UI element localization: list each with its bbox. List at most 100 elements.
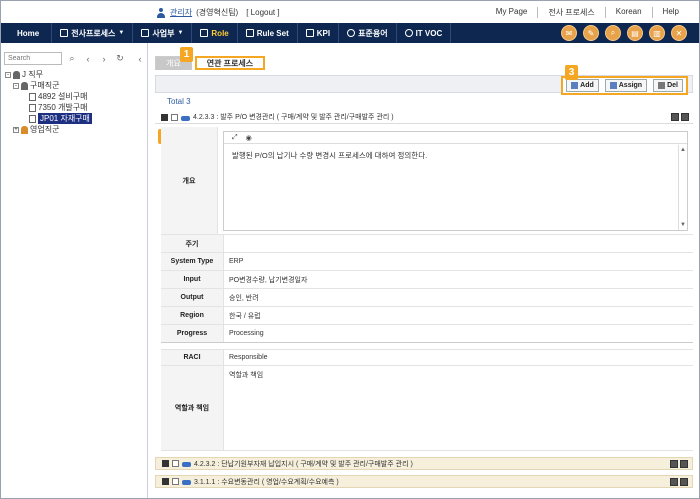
detail-row: System Type ERP xyxy=(161,253,693,271)
tree-search-input[interactable] xyxy=(4,52,62,65)
close-icon[interactable]: ✕ xyxy=(671,25,687,41)
row-checkbox[interactable] xyxy=(172,478,179,485)
view-icon[interactable] xyxy=(670,459,678,468)
view-icon[interactable] xyxy=(671,113,679,121)
main-content: 개요 연관 프로세스 1 Add Assign Del 3 Total 3 4.… xyxy=(150,43,698,498)
fullscreen-icon[interactable]: ⤢ xyxy=(232,134,238,142)
edit-icon[interactable]: ✎ xyxy=(583,25,599,41)
overview-editor[interactable]: ⤢ ◉ 발행된 P/O의 납기나 수량 변경시 프로세스에 대하여 정의한다. ▲… xyxy=(223,131,688,231)
user-info: 관리자 (경영혁신팀) [ Logout ] xyxy=(156,7,280,18)
row-actions xyxy=(671,113,689,121)
add-label: Add xyxy=(580,82,594,89)
tree-node[interactable]: - J 직무 xyxy=(5,69,92,80)
input-label: Input xyxy=(161,271,224,288)
settings-icon[interactable] xyxy=(680,477,688,486)
user-name-link[interactable]: 관리자 xyxy=(170,7,192,18)
row-checkbox[interactable] xyxy=(171,113,178,121)
total-count: Total 3 xyxy=(167,97,191,106)
role-value: 역할과 책임 xyxy=(229,372,264,379)
raci-value: Responsible xyxy=(229,354,268,361)
search-icon[interactable]: ⌕ xyxy=(605,25,621,41)
previous-icon[interactable]: ‹ xyxy=(82,53,94,65)
process-row[interactable]: 4.2.3.2 : 단납기원부자재 납입지시 ( 구매/계약 및 발주 관리/구… xyxy=(155,457,693,470)
settings-icon[interactable] xyxy=(681,113,689,121)
scroll-down-icon[interactable]: ▼ xyxy=(679,222,687,228)
tree-node[interactable]: - 구매직군 xyxy=(5,80,92,91)
org-chart-icon xyxy=(181,114,190,121)
detail-row: Progress Processing xyxy=(161,325,693,343)
clipboard-icon[interactable]: ▥ xyxy=(649,25,665,41)
role-row: 역할과 책임 역할과 책임 xyxy=(161,366,693,451)
search-icon[interactable]: ⌕ xyxy=(66,53,78,65)
tree-node-label: J 직무 xyxy=(22,70,43,79)
nav-kpi[interactable]: KPI xyxy=(298,23,340,43)
callout-badge-1: 1 xyxy=(180,47,193,62)
collapse-icon[interactable]: - xyxy=(5,71,11,78)
editor-toolbar: ⤢ ◉ xyxy=(224,132,687,144)
tree-node-selected[interactable]: JP01 자재구매 xyxy=(5,113,92,124)
expand-icon[interactable]: + xyxy=(13,126,19,133)
language-link[interactable]: Korean xyxy=(604,7,652,18)
callout-badge-3: 3 xyxy=(565,65,578,80)
delete-button[interactable]: Del xyxy=(653,79,683,92)
next-icon[interactable]: › xyxy=(98,53,110,65)
collapse-panel-icon[interactable]: ‹ xyxy=(134,53,146,65)
tree-node-label: 7350 개발구매 xyxy=(38,103,88,112)
expand-icon[interactable] xyxy=(162,478,169,485)
nav-business-unit[interactable]: 사업부 ▼ xyxy=(133,23,193,43)
document-icon xyxy=(29,114,36,123)
collapse-icon[interactable] xyxy=(161,113,168,121)
process-row[interactable]: 3.1.1.1 : 수요변동관리 ( 영업/수요계획/수요예측 ) xyxy=(155,475,693,488)
nav-rule-set[interactable]: Rule Set xyxy=(238,23,298,43)
tree-node[interactable]: + 영업직군 xyxy=(5,124,92,135)
enterprise-process-link[interactable]: 전사 프로세스 xyxy=(537,7,604,18)
nav-label: KPI xyxy=(316,28,331,38)
nav-role[interactable]: Role xyxy=(192,23,238,43)
row-actions xyxy=(670,459,688,468)
process-title[interactable]: 3.1.1.1 : 수요변동관리 ( 영업/수요계획/수요예측 ) xyxy=(194,477,339,487)
ruleset-icon xyxy=(245,29,254,37)
overview-text[interactable]: 발행된 P/O의 납기나 수량 변경시 프로세스에 대하여 정의한다. xyxy=(224,144,687,167)
nav-label: 표준용어 xyxy=(358,28,388,38)
document-icon xyxy=(29,92,36,101)
nav-enterprise-process[interactable]: 전사프로세스 ▼ xyxy=(52,23,134,43)
group-icon xyxy=(21,125,28,134)
settings-icon[interactable] xyxy=(680,459,688,468)
assign-icon xyxy=(609,82,617,89)
help-link[interactable]: Help xyxy=(651,7,689,18)
process-row-expanded[interactable]: 4.2.3.3 : 발주 P/O 변경관리 ( 구매/계약 및 발주 관리/구매… xyxy=(155,111,693,124)
nav-label: 전사프로세스 xyxy=(71,28,116,38)
expand-icon[interactable] xyxy=(162,460,169,467)
tree-node[interactable]: 4892 설비구매 xyxy=(5,91,92,102)
cycle-value xyxy=(224,235,693,252)
nav-it-voc[interactable]: IT VOC xyxy=(397,23,452,43)
nav-standard-terms[interactable]: 표준용어 xyxy=(339,23,397,43)
action-toolbar: Add Assign Del xyxy=(155,75,693,95)
detail-row: Output 승인, 반려 xyxy=(161,289,693,307)
tree-node[interactable]: 7350 개발구매 xyxy=(5,102,92,113)
nav-home[interactable]: Home xyxy=(1,23,53,43)
scroll-up-icon[interactable]: ▲ xyxy=(679,147,687,153)
document-icon[interactable]: ▤ xyxy=(627,25,643,41)
my-page-link[interactable]: My Page xyxy=(486,7,538,18)
kpi-icon xyxy=(305,29,314,37)
logout-link[interactable]: [ Logout ] xyxy=(246,8,279,17)
add-button[interactable]: Add xyxy=(566,79,599,92)
editor-scrollbar[interactable]: ▲ ▼ xyxy=(678,145,687,230)
tree-node-label: 영업직군 xyxy=(30,125,60,134)
tab-related-process[interactable]: 연관 프로세스 xyxy=(194,56,266,70)
delete-label: Del xyxy=(667,82,678,89)
main-nav: Home 전사프로세스 ▼ 사업부 ▼ Role Rule Set KPI 표준용어… xyxy=(1,23,699,43)
quick-icons: ✉ ✎ ⌕ ▤ ▥ ✕ xyxy=(561,25,687,41)
collapse-icon[interactable]: - xyxy=(13,82,19,89)
nav-label: Rule Set xyxy=(256,28,289,38)
row-checkbox[interactable] xyxy=(172,460,179,467)
refresh-icon[interactable]: ↻ xyxy=(114,53,126,65)
preview-icon[interactable]: ◉ xyxy=(246,134,252,142)
nav-home-label: Home xyxy=(17,28,40,38)
process-title[interactable]: 4.2.3.3 : 발주 P/O 변경관리 ( 구매/계약 및 발주 관리/구매… xyxy=(193,112,394,122)
view-icon[interactable] xyxy=(670,477,678,486)
process-title[interactable]: 4.2.3.2 : 단납기원부자재 납입지시 ( 구매/계약 및 발주 관리/구… xyxy=(194,459,413,469)
assign-button[interactable]: Assign xyxy=(604,79,648,92)
message-icon[interactable]: ✉ xyxy=(561,25,577,41)
